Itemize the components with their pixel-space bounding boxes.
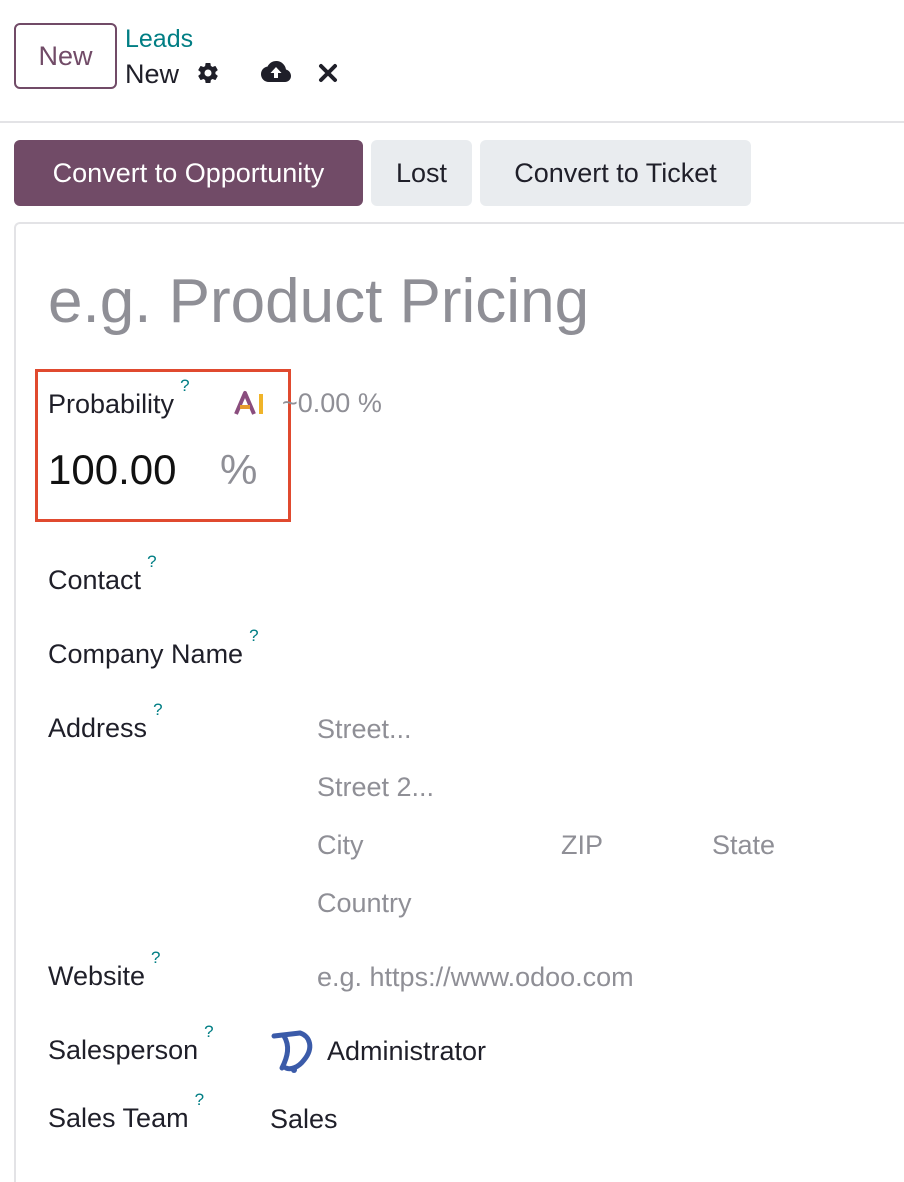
street-input[interactable]: Street...: [317, 714, 412, 745]
probability-label: Probability?: [48, 376, 190, 420]
probability-unit: %: [220, 446, 258, 493]
probability-input[interactable]: 100.00: [48, 444, 176, 496]
control-panel: New Leads New: [0, 0, 904, 123]
ai-probability-value: ~0.00 %: [282, 388, 382, 418]
gear-icon[interactable]: [196, 60, 220, 86]
website-label-text: Website: [48, 961, 146, 991]
country-input[interactable]: Country: [317, 888, 412, 919]
close-icon[interactable]: [316, 61, 340, 85]
sales-team-help-icon[interactable]: ?: [195, 1090, 204, 1109]
breadcrumb-leads[interactable]: Leads: [125, 24, 193, 54]
salesperson-label: Salesperson?: [48, 1022, 214, 1066]
cloud-upload-icon[interactable]: [260, 58, 292, 86]
new-button[interactable]: New: [14, 23, 117, 89]
contact-help-icon[interactable]: ?: [147, 552, 156, 571]
convert-to-ticket-button[interactable]: Convert to Ticket: [480, 140, 751, 206]
contact-label: Contact?: [48, 552, 157, 596]
salesperson-label-text: Salesperson: [48, 1035, 199, 1065]
ai-icon[interactable]: [234, 390, 266, 416]
contact-label-text: Contact: [48, 565, 142, 595]
state-input[interactable]: State: [712, 830, 775, 861]
zip-input[interactable]: ZIP: [561, 830, 603, 861]
status-bar: Convert to Opportunity Lost Convert to T…: [0, 125, 904, 221]
company-name-label: Company Name?: [48, 626, 259, 670]
sales-team-label: Sales Team?: [48, 1090, 204, 1134]
address-help-icon[interactable]: ?: [153, 700, 162, 719]
city-input[interactable]: City: [317, 830, 364, 861]
address-label: Address?: [48, 700, 163, 744]
salesperson-input[interactable]: Administrator: [327, 1036, 486, 1067]
sales-team-label-text: Sales Team: [48, 1103, 189, 1133]
street2-input[interactable]: Street 2...: [317, 772, 434, 803]
lead-title-input[interactable]: [48, 262, 868, 342]
salesperson-help-icon[interactable]: ?: [204, 1022, 213, 1041]
address-label-text: Address: [48, 713, 148, 743]
company-name-label-text: Company Name: [48, 639, 244, 669]
probability-help-icon[interactable]: ?: [180, 376, 189, 395]
odoo-avatar-icon: [271, 1030, 313, 1073]
convert-to-opportunity-button[interactable]: Convert to Opportunity: [14, 140, 363, 206]
lost-button[interactable]: Lost: [371, 140, 472, 206]
website-input[interactable]: e.g. https://www.odoo.com: [317, 962, 634, 993]
website-help-icon[interactable]: ?: [151, 948, 160, 967]
probability-label-text: Probability: [48, 389, 175, 419]
company-name-help-icon[interactable]: ?: [249, 626, 258, 645]
sales-team-input[interactable]: Sales: [270, 1104, 338, 1135]
record-name: New: [125, 59, 180, 89]
website-label: Website?: [48, 948, 161, 992]
